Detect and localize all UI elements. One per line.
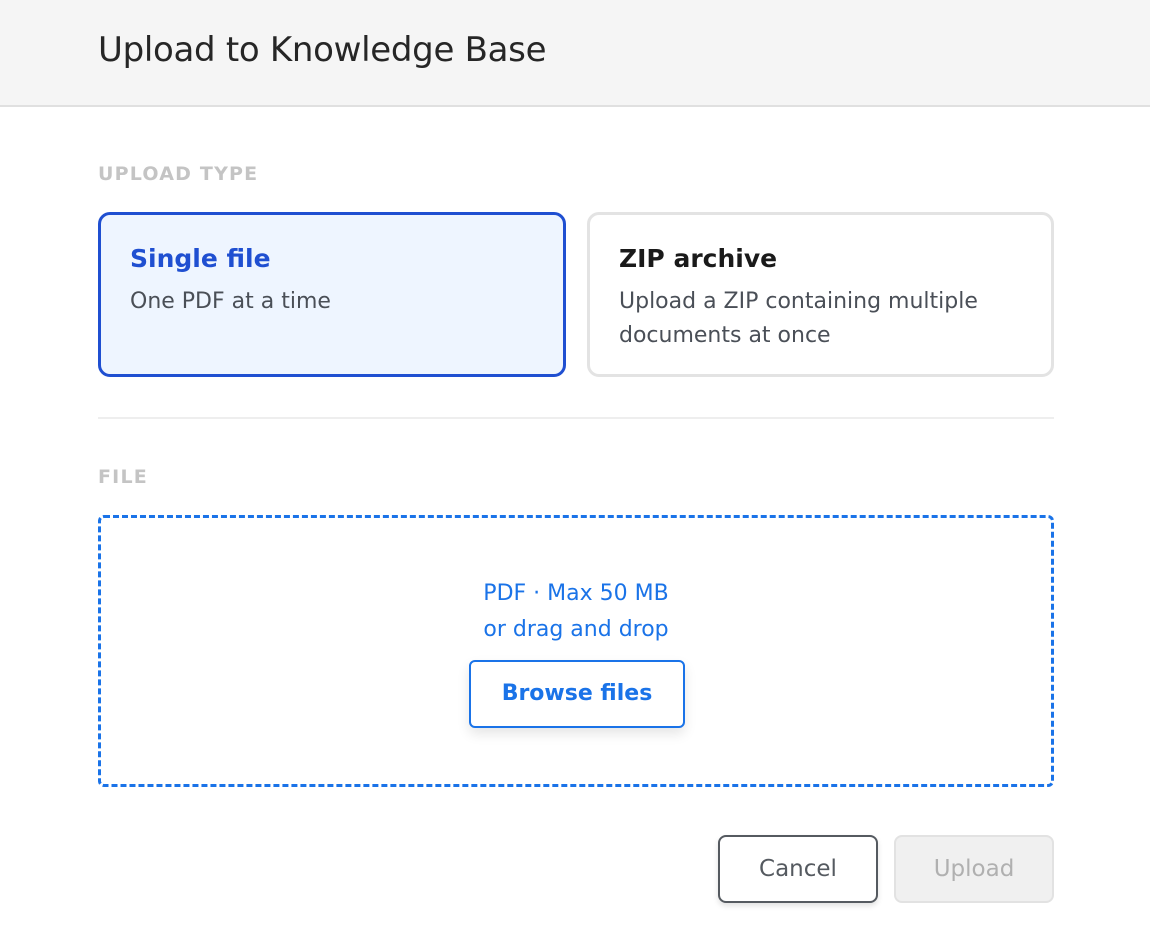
upload-dialog: Upload to Knowledge Base UPLOAD TYPE Sin… — [0, 0, 1150, 946]
section-divider — [98, 417, 1054, 419]
zip-archive-title: ZIP archive — [619, 244, 778, 273]
single-file-title: Single file — [130, 244, 271, 273]
upload-button[interactable]: Upload — [894, 835, 1054, 903]
upload-type-zip-archive-card[interactable]: ZIP archive Upload a ZIP containing mult… — [587, 212, 1054, 377]
drag-drop-hint: or drag and drop — [483, 617, 669, 642]
file-section-label: FILE — [98, 466, 148, 488]
dialog-header: Upload to Knowledge Base — [0, 0, 1150, 107]
file-format-hint: PDF · Max 50 MB — [483, 581, 669, 606]
browse-files-button[interactable]: Browse files — [469, 660, 685, 728]
zip-archive-description: Upload a ZIP containing multiple documen… — [619, 289, 978, 348]
upload-type-label: UPLOAD TYPE — [98, 163, 259, 185]
upload-type-single-file-card[interactable]: Single file One PDF at a time — [98, 212, 566, 377]
file-dropzone[interactable]: PDF · Max 50 MB or drag and drop Browse … — [98, 515, 1054, 787]
single-file-description: One PDF at a time — [130, 289, 331, 314]
dialog-title: Upload to Knowledge Base — [98, 30, 547, 70]
cancel-button[interactable]: Cancel — [718, 835, 878, 903]
